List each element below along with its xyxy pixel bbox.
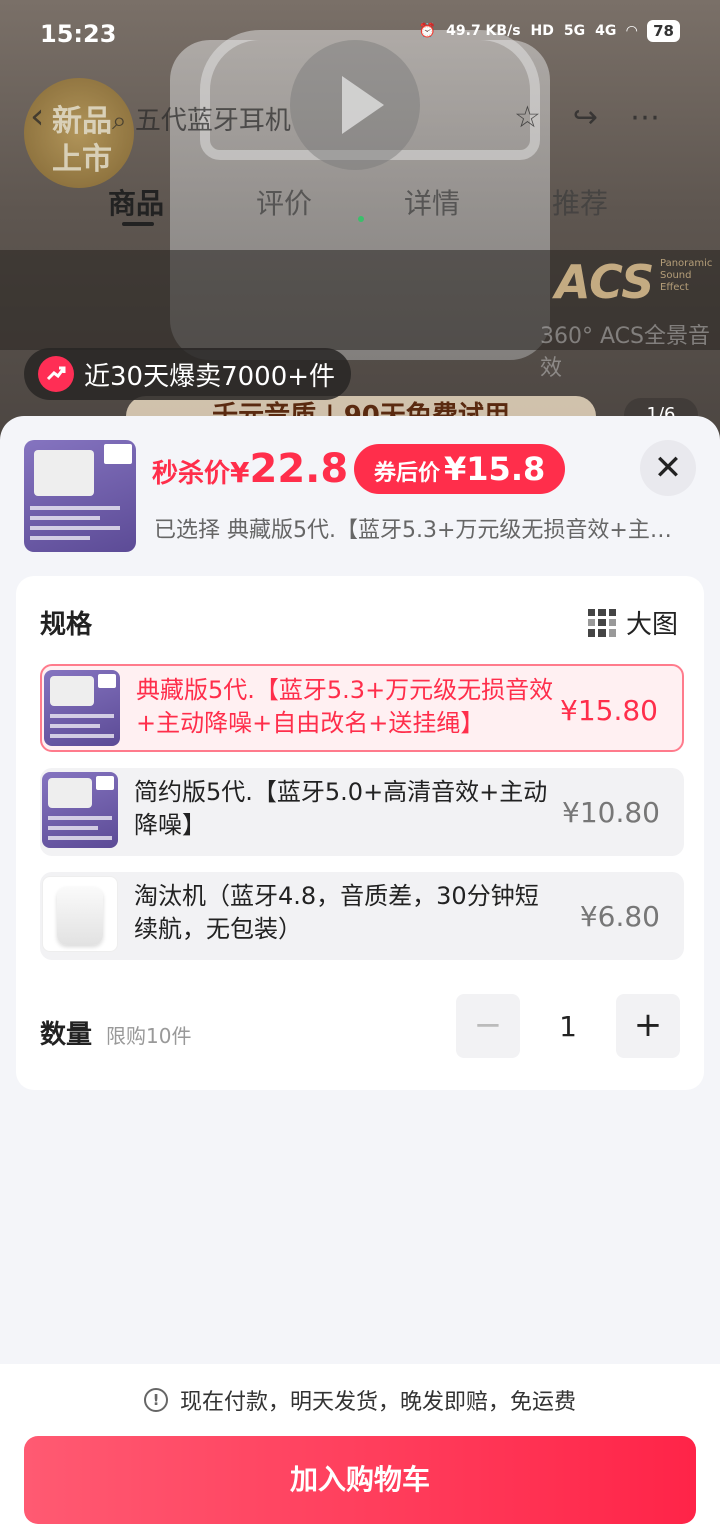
thumb-case [57, 887, 103, 945]
thumb-bar [48, 826, 98, 830]
add-to-cart-button[interactable]: 加入购物车 [24, 1436, 696, 1524]
thumb-case [50, 676, 94, 706]
spec-option-simple[interactable]: 简约版5代.【蓝牙5.0+高清音效+主动降噪】 ¥10.80 [40, 768, 684, 856]
acs-tagline: 360° ACS全景音效 [540, 324, 710, 381]
flash-price-label: 秒杀价 [152, 459, 231, 489]
option-name: 简约版5代.【蓝牙5.0+高清音效+主动降噪】 [134, 778, 548, 839]
sales-badge: 近30天爆卖7000+件 [24, 348, 352, 400]
product-thumbnail[interactable] [24, 440, 136, 552]
option-price: ¥15.80 [560, 694, 658, 727]
thumb-case [34, 450, 94, 496]
coupon-price-badge: 券后价 ¥15.8 [354, 444, 566, 494]
info-icon: ! [143, 1388, 168, 1412]
alarm-icon: ⏰ [418, 23, 437, 39]
close-icon: ✕ [653, 448, 683, 488]
quantity-decrease-button[interactable]: − [456, 994, 520, 1058]
hd-icon: HD [530, 23, 554, 39]
net-speed: 49.7 KB/s [446, 23, 521, 39]
flash-price-symbol: ¥ [230, 456, 250, 489]
thumb-tag [98, 674, 116, 688]
close-button[interactable]: ✕ [640, 440, 696, 496]
search-text[interactable]: ⌕ 五代蓝牙耳机 [112, 100, 291, 137]
status-bar: 15:23 ⏰ 49.7 KB/s HD 5G 4G ◠ 78 [0, 0, 720, 70]
option-thumbnail [42, 876, 118, 952]
thumb-bar [50, 734, 114, 738]
status-icons: ⏰ 49.7 KB/s HD 5G 4G ◠ 78 [419, 20, 680, 42]
battery-icon: 78 [647, 20, 680, 42]
selected-sku-text: 已选择 典藏版5代.【蓝牙5.3+万元级无损音效+主动降噪+自由改名+送挂绳】 [154, 518, 684, 543]
thumb-bar [30, 536, 90, 540]
shipping-notice: ! 现在付款，明天发货，晚发即赔，免运费 [0, 1384, 720, 1416]
quantity-label: 数量 [40, 1020, 93, 1050]
active-tab-indicator [122, 222, 154, 226]
tab-recommend[interactable]: 推荐 [552, 182, 608, 222]
share-icon[interactable]: ↪ [573, 100, 630, 135]
spec-option-legacy[interactable]: 淘汰机（蓝牙4.8，音质差，30分钟短续航，无包装） ¥6.80 [40, 872, 684, 960]
thumb-bar [48, 836, 112, 840]
trending-up-icon [38, 356, 74, 392]
flash-price-value: 22.8 [249, 446, 349, 492]
more-icon[interactable]: ⋯ [630, 100, 692, 135]
status-time: 15:23 [40, 20, 117, 48]
tab-details[interactable]: 详情 [404, 182, 460, 222]
top-action-icons: ☆↪⋯ [514, 100, 692, 135]
thumb-bar [50, 714, 114, 718]
quantity-value[interactable]: 1 [536, 1010, 600, 1043]
option-thumbnail [42, 772, 118, 848]
quantity-increase-button[interactable]: + [616, 994, 680, 1058]
option-price: ¥10.80 [562, 796, 660, 829]
footer-bar: ! 现在付款，明天发货，晚发即赔，免运费 加入购物车 [0, 1364, 720, 1540]
big-picture-button[interactable]: 大图 [587, 604, 678, 641]
carousel-dot [358, 216, 364, 222]
tab-reviews[interactable]: 评价 [256, 182, 312, 222]
coupon-label: 券后价 [374, 461, 441, 486]
tab-product[interactable]: 商品 [108, 182, 164, 222]
thumb-bar [30, 506, 120, 510]
wifi-icon: ◠ [626, 23, 638, 39]
thumb-bar [50, 724, 100, 728]
thumb-case [48, 778, 92, 808]
back-icon[interactable]: ‹ [30, 96, 44, 137]
option-thumbnail [44, 670, 120, 746]
spec-title: 规格 [40, 610, 93, 640]
shipping-notice-text: 现在付款，明天发货，晚发即赔，免运费 [179, 1390, 576, 1415]
favorite-star-icon[interactable]: ☆ [514, 100, 573, 135]
spec-card: 规格 大图 典藏版5代.【蓝牙5.3+万元级无损音效+主动降噪+自由改名+送挂绳… [16, 576, 704, 1090]
search-query: 五代蓝牙耳机 [134, 106, 291, 136]
thumb-tag [96, 776, 114, 790]
flash-price: 秒杀价 ¥ 22.8 [152, 446, 348, 492]
big-picture-label: 大图 [625, 610, 678, 640]
thumb-bar [30, 526, 120, 530]
thumb-bar [30, 516, 100, 520]
thumb-tag [104, 444, 132, 464]
option-price: ¥6.80 [579, 900, 660, 933]
acs-subtitle: Panoramic Sound Effect [660, 258, 713, 293]
signal-5g-icon: 5G [563, 23, 586, 39]
spec-option-collector[interactable]: 典藏版5代.【蓝牙5.3+万元级无损音效+主动降噪+自由改名+送挂绳】 ¥15.… [40, 664, 684, 752]
sales-text: 近30天爆卖7000+件 [84, 361, 336, 392]
option-name: 淘汰机（蓝牙4.8，音质差，30分钟短续航，无包装） [134, 882, 539, 943]
signal-4g-icon: 4G [595, 23, 617, 39]
quantity-limit: 限购10件 [106, 1024, 192, 1048]
acs-logo: ACS [555, 255, 655, 309]
option-name: 典藏版5代.【蓝牙5.3+万元级无损音效+主动降噪+自由改名+送挂绳】 [136, 676, 554, 737]
grid-icon [587, 608, 616, 637]
thumb-bar [48, 816, 112, 820]
badge-line2: 上市 [52, 142, 112, 177]
sku-selector-sheet: 秒杀价 ¥ 22.8 券后价 ¥15.8 已选择 典藏版5代.【蓝牙5.3+万元… [0, 416, 720, 1540]
coupon-value: ¥15.8 [444, 450, 546, 488]
